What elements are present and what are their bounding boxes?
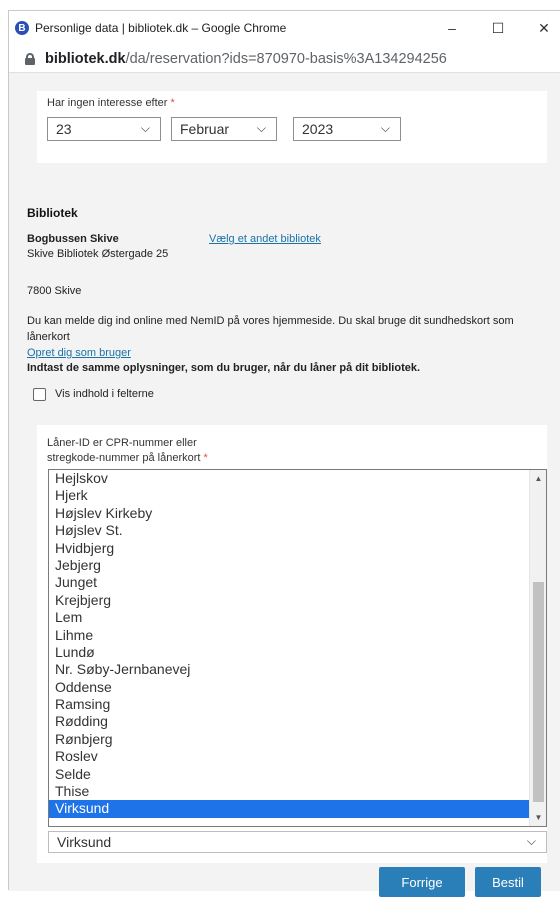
loaner-label-line1: Låner-ID er CPR-nummer eller xyxy=(47,437,197,449)
address-bar[interactable]: bibliotek.dk/da/reservation?ids=870970-b… xyxy=(9,45,560,73)
info-text: Du kan melde dig ind online med NemID på… xyxy=(27,315,514,343)
library-name: Bogbussen Skive xyxy=(27,233,119,245)
required-mark: * xyxy=(203,452,208,464)
dropdown-option[interactable]: Virksund xyxy=(49,800,529,818)
close-button[interactable]: ✕ xyxy=(521,11,560,45)
day-value: 23 xyxy=(56,121,72,137)
dropdown-option[interactable]: Krejbjerg xyxy=(49,592,529,609)
dropdown-option[interactable]: Roslev xyxy=(49,748,529,765)
loaner-label-line2-text: stregkode-nummer på lånerkort xyxy=(47,452,201,464)
dropdown-option[interactable]: Hejlskov xyxy=(49,470,529,487)
scrollbar-thumb[interactable] xyxy=(533,582,544,802)
day-select[interactable]: 23 ⌵ xyxy=(47,117,161,141)
year-select[interactable]: 2023 ⌵ xyxy=(293,117,401,141)
minimize-button[interactable]: – xyxy=(429,11,475,45)
month-select[interactable]: Februar ⌵ xyxy=(171,117,277,141)
dropdown-option[interactable]: Lihme xyxy=(49,627,529,644)
month-value: Februar xyxy=(180,121,230,137)
year-value: 2023 xyxy=(302,121,334,137)
url-path: /da/reservation?ids=870970-basis%3A13429… xyxy=(125,50,447,67)
dropdown-option[interactable]: Junget xyxy=(49,574,529,591)
url-host: bibliotek.dk xyxy=(45,50,126,67)
library-postal: 7800 Skive xyxy=(27,285,82,297)
create-user-link[interactable]: Opret dig som bruger xyxy=(27,347,131,359)
branch-dropdown-list[interactable]: Hejlskov Hjerk Højslev Kirkeby Højslev St. H… xyxy=(48,469,547,827)
dropdown-option[interactable]: Lundø xyxy=(49,644,529,661)
chevron-down-icon: ⌵ xyxy=(256,121,266,135)
dropdown-option[interactable]: Jebjerg xyxy=(49,557,529,574)
interest-card: Har ingen interesse efter * 23 ⌵ Februar… xyxy=(37,91,547,163)
dropdown-scrollbar[interactable]: ▲ ▼ xyxy=(529,470,546,826)
dropdown-option[interactable]: Højslev Kirkeby xyxy=(49,505,529,522)
branch-select[interactable]: Virksund ⌵ xyxy=(48,831,547,853)
dropdown-options: Hejlskov Hjerk Højslev Kirkeby Højslev St. H… xyxy=(49,470,546,818)
window-controls: – ☐ ✕ xyxy=(429,11,560,45)
dropdown-option[interactable]: Oddense xyxy=(49,679,529,696)
order-button[interactable]: Bestil xyxy=(475,867,541,897)
dropdown-option[interactable]: Rødding xyxy=(49,713,529,730)
chevron-down-icon: ⌵ xyxy=(526,834,536,848)
required-mark: * xyxy=(170,97,175,109)
scroll-up-arrow-icon[interactable]: ▲ xyxy=(530,470,546,487)
change-library-link[interactable]: Vælg et andet bibliotek xyxy=(209,233,321,245)
chevron-down-icon: ⌵ xyxy=(380,121,390,135)
maximize-button[interactable]: ☐ xyxy=(475,11,521,45)
loaner-label-line2: stregkode-nummer på lånerkort * xyxy=(47,452,208,464)
dropdown-option[interactable]: Hjerk xyxy=(49,487,529,504)
dropdown-option[interactable]: Rønbjerg xyxy=(49,731,529,748)
dropdown-option[interactable]: Højslev St. xyxy=(49,522,529,539)
show-content-checkbox[interactable] xyxy=(33,388,46,401)
back-button[interactable]: Forrige xyxy=(379,867,465,897)
interest-label: Har ingen interesse efter * xyxy=(47,97,175,109)
bibliotek-app-icon: B xyxy=(15,21,29,35)
chevron-down-icon: ⌵ xyxy=(140,121,150,135)
url-text[interactable]: bibliotek.dk/da/reservation?ids=870970-b… xyxy=(45,51,447,67)
library-heading: Bibliotek xyxy=(27,206,78,220)
dropdown-option[interactable]: Hvidbjerg xyxy=(49,540,529,557)
interest-label-text: Har ingen interesse efter xyxy=(47,97,168,109)
window-title: Personlige data | bibliotek.dk – Google … xyxy=(35,21,287,35)
dropdown-option[interactable]: Lem xyxy=(49,609,529,626)
instructions-text: Indtast de samme oplysninger, som du bru… xyxy=(27,362,421,374)
branch-select-value: Virksund xyxy=(57,834,112,850)
library-address: Skive Bibliotek Østergade 25 xyxy=(27,248,169,260)
lock-icon[interactable] xyxy=(25,52,35,65)
scroll-down-arrow-icon[interactable]: ▼ xyxy=(530,809,546,826)
dropdown-option[interactable]: Nr. Søby-Jernbanevej xyxy=(49,661,529,678)
show-content-label: Vis indhold i felterne xyxy=(55,388,154,400)
title-bar: B Personlige data | bibliotek.dk – Googl… xyxy=(9,11,560,45)
dropdown-option[interactable]: Ramsing xyxy=(49,696,529,713)
dropdown-option[interactable]: Thise xyxy=(49,783,529,800)
browser-window: B Personlige data | bibliotek.dk – Googl… xyxy=(8,10,560,897)
dropdown-option[interactable]: Selde xyxy=(49,766,529,783)
